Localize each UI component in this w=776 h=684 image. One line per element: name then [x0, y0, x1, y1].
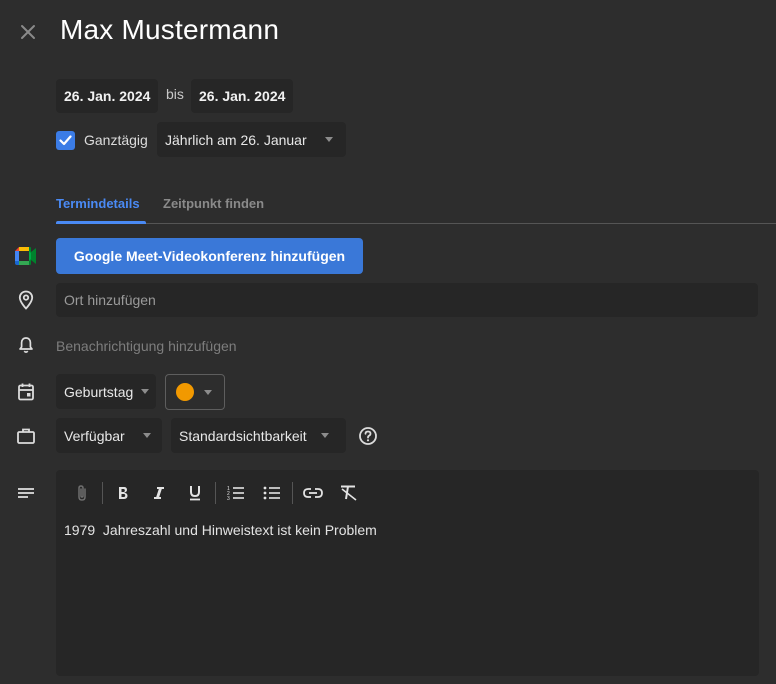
all-day-label[interactable]: Ganztägig	[84, 132, 148, 148]
chevron-down-icon	[142, 433, 151, 438]
attachment-button[interactable]	[68, 480, 96, 506]
clear-formatting-button[interactable]	[335, 480, 363, 506]
end-date-button[interactable]: 26. Jan. 2024	[191, 79, 294, 113]
calendar-select[interactable]: Geburtstag	[56, 374, 156, 409]
toolbar-divider	[292, 482, 293, 504]
visibility-select[interactable]: Standardsichtbarkeit	[171, 418, 346, 453]
start-date-button[interactable]: 26. Jan. 2024	[56, 79, 159, 113]
link-icon	[303, 488, 323, 498]
google-meet-icon	[14, 244, 38, 268]
color-swatch	[176, 383, 194, 401]
chevron-down-icon	[141, 389, 150, 394]
help-circle-icon[interactable]	[356, 424, 380, 448]
underline-icon	[190, 486, 200, 501]
description-text[interactable]: 1979 Jahreszahl und Hinweistext ist kein…	[64, 522, 377, 538]
attachment-icon	[78, 485, 86, 501]
bulleted-list-icon	[263, 486, 280, 500]
calendar-value: Geburtstag	[64, 383, 134, 400]
availability-value: Verfügbar	[64, 427, 125, 444]
chevron-down-icon	[320, 433, 329, 438]
briefcase-icon	[14, 424, 38, 448]
recurrence-select[interactable]: Jährlich am 26. Januar	[157, 122, 346, 157]
event-title[interactable]: Max Mustermann	[60, 14, 279, 46]
bulleted-list-button[interactable]	[258, 480, 286, 506]
bold-button[interactable]	[109, 480, 137, 506]
svg-text:3: 3	[227, 496, 230, 501]
italic-icon	[154, 487, 164, 499]
tab-event-details[interactable]: Termindetails	[56, 196, 140, 211]
close-button[interactable]	[14, 18, 42, 46]
formatting-toolbar: 1 2 3	[68, 480, 371, 506]
calendar-icon	[14, 380, 38, 404]
link-button[interactable]	[299, 480, 327, 506]
all-day-checkbox[interactable]	[56, 131, 75, 150]
toolbar-divider	[102, 482, 103, 504]
chevron-down-icon	[324, 137, 333, 142]
location-input[interactable]	[56, 283, 758, 317]
map-pin-icon	[14, 288, 38, 312]
numbered-list-button[interactable]: 1 2 3	[222, 480, 250, 506]
chevron-down-icon	[204, 389, 212, 395]
tab-divider	[56, 223, 776, 224]
active-tab-indicator	[56, 221, 146, 224]
italic-button[interactable]	[145, 480, 173, 506]
clear-format-icon	[341, 485, 357, 501]
add-notification-link[interactable]: Benachrichtigung hinzufügen	[56, 338, 237, 354]
bold-icon	[119, 487, 128, 499]
availability-select[interactable]: Verfügbar	[56, 418, 162, 453]
date-range-separator: bis	[166, 86, 184, 102]
add-meet-button[interactable]: Google Meet-Videokonferenz hinzufügen	[56, 238, 363, 274]
notes-lines-icon	[14, 481, 38, 505]
tab-find-time[interactable]: Zeitpunkt finden	[163, 196, 264, 211]
event-color-picker[interactable]	[165, 374, 225, 410]
checkmark-icon	[59, 135, 72, 146]
close-icon	[21, 25, 35, 39]
bell-icon	[14, 333, 38, 357]
visibility-value: Standardsichtbarkeit	[179, 427, 307, 444]
underline-button[interactable]	[181, 480, 209, 506]
toolbar-divider	[215, 482, 216, 504]
numbered-list-icon: 1 2 3	[227, 486, 244, 501]
recurrence-value: Jährlich am 26. Januar	[165, 131, 307, 148]
